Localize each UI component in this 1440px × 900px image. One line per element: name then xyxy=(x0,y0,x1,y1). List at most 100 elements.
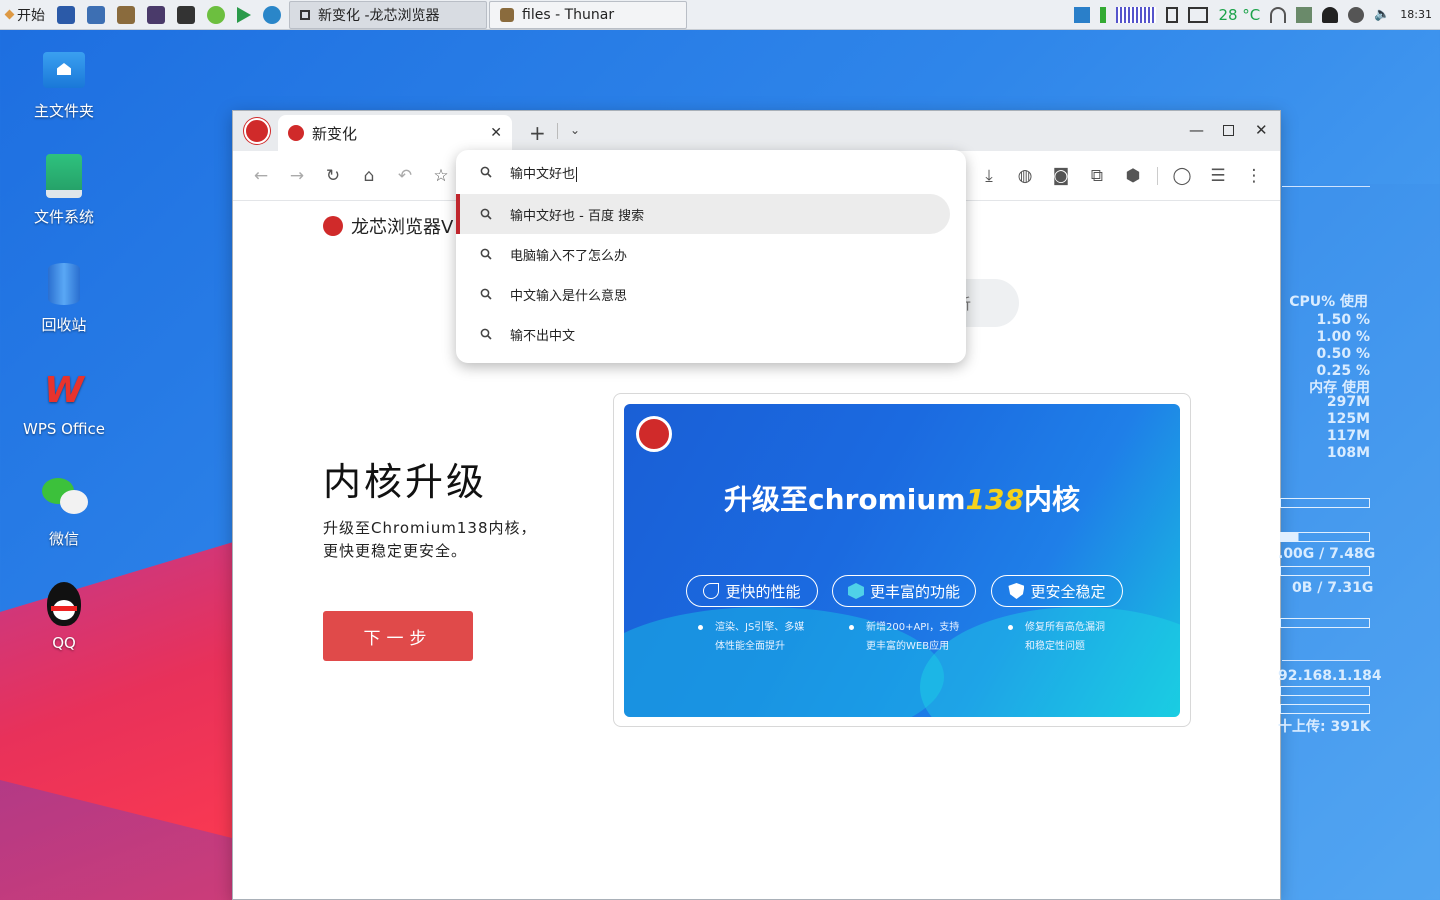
suggestion-item[interactable]: 中文输入是什么意思 xyxy=(456,274,966,314)
search-icon xyxy=(480,248,492,260)
address-bar-input[interactable]: 输中文好也 xyxy=(456,150,966,194)
cube-icon xyxy=(847,583,864,599)
keyboard-icon[interactable] xyxy=(1188,6,1209,23)
cpu-value: 1.50 % xyxy=(1316,312,1370,328)
suggestion-text: 电脑输入不了怎么办 xyxy=(510,248,628,264)
network-bar xyxy=(1280,686,1370,696)
profile-icon[interactable]: ◯ xyxy=(1164,158,1200,194)
screenshot-icon[interactable] xyxy=(87,5,105,24)
memory-value: 125M xyxy=(1326,411,1370,427)
system-monitor-panel: CPU% 使用 1.50 % 1.00 % 0.50 % 0.25 % 内存 使… xyxy=(1278,184,1440,900)
memory-value: 297M xyxy=(1326,394,1370,410)
paint-icon[interactable] xyxy=(117,5,135,24)
browser-logo-icon[interactable] xyxy=(244,118,270,144)
power-icon[interactable] xyxy=(1296,6,1313,23)
ai-assistant-icon[interactable]: ⬢ xyxy=(1115,158,1151,194)
suggestion-text: 输中文好也 - 百度 搜索 xyxy=(510,208,645,224)
banner-title: 升级至chromium138内核 xyxy=(624,478,1180,518)
tab-strip: 新变化 ✕ + ⌄ — ✕ xyxy=(233,111,1280,151)
wps-icon: W xyxy=(44,369,84,411)
monitor-icon[interactable] xyxy=(147,5,165,24)
window-close-icon[interactable]: ✕ xyxy=(1255,121,1268,139)
desktop-icon-label: 回收站 xyxy=(41,316,87,334)
desktop-icon-trash[interactable]: 回收站 xyxy=(14,262,114,335)
cpu-graph-icon[interactable] xyxy=(1116,6,1157,23)
more-menu-icon[interactable]: ⋮ xyxy=(1236,158,1272,194)
back-icon[interactable]: ← xyxy=(243,158,279,194)
wifi-icon[interactable] xyxy=(1270,6,1287,23)
omnibox-dropdown: 输中文好也 输中文好也 - 百度 搜索 电脑输入不了怎么办 中文输入是什么意思 … xyxy=(456,150,966,363)
network-manager-icon[interactable] xyxy=(1074,6,1091,23)
search-icon xyxy=(480,288,492,300)
start-menu-button[interactable]: 开始 xyxy=(0,0,51,30)
feature-desc-line: 渲染、JS引擎、多媒 xyxy=(715,622,805,633)
globe-icon[interactable]: ◍ xyxy=(1007,158,1043,194)
tabstrip-divider xyxy=(557,123,558,139)
page-description: 升级至Chromium138内核， 更快更稳定更安全。 xyxy=(323,517,537,563)
toolbar-extensions: ⤓ ◍ ◙ ⧉ ⬢ ◯ ☰ ⋮ xyxy=(971,158,1272,194)
desktop-icon-filesystem[interactable]: 文件系统 xyxy=(14,154,114,227)
volume-icon[interactable]: 🔈 xyxy=(1374,7,1390,23)
notification-bell-icon[interactable] xyxy=(1322,6,1339,23)
banner-title-number: 138 xyxy=(965,483,1024,516)
cpu-bar xyxy=(1280,498,1370,508)
search-icon xyxy=(480,208,492,220)
suggestion-item[interactable]: 输不出中文 xyxy=(456,314,966,354)
cpu-value: 1.00 % xyxy=(1316,329,1370,345)
task-thunar[interactable]: files - Thunar xyxy=(489,0,687,29)
clipboard-icon[interactable] xyxy=(1166,6,1179,23)
tab-new-changes[interactable]: 新变化 ✕ xyxy=(278,115,512,151)
feature-label: 更安全稳定 xyxy=(1030,582,1106,601)
download-icon[interactable]: ⤓ xyxy=(971,158,1007,194)
desktop-icon-wps[interactable]: W WPS Office xyxy=(14,368,114,439)
minimize-icon[interactable]: — xyxy=(1189,121,1204,139)
battery-icon[interactable] xyxy=(1100,6,1107,23)
night-mode-icon[interactable] xyxy=(1348,6,1365,23)
system-tray: 28 °C 🔈 18:31 xyxy=(1074,0,1440,30)
reload-icon[interactable]: ↻ xyxy=(315,158,351,194)
settings-sliders-icon[interactable]: ☰ xyxy=(1200,158,1236,194)
disk-bar xyxy=(1280,566,1370,576)
undo-icon[interactable]: ↶ xyxy=(387,158,423,194)
feature-security: 更安全稳定 xyxy=(991,575,1123,607)
camera-icon[interactable]: ◙ xyxy=(1043,158,1079,194)
extension-puzzle-icon[interactable]: ⧉ xyxy=(1079,158,1115,194)
shield-icon xyxy=(1008,583,1025,599)
display-icon[interactable] xyxy=(177,5,195,24)
browser-icon[interactable] xyxy=(263,5,281,24)
media-play-icon[interactable] xyxy=(237,6,251,23)
monitor-divider xyxy=(1282,660,1370,661)
clock[interactable]: 18:31 xyxy=(1400,8,1432,21)
brand-logo-icon xyxy=(323,216,343,236)
upload-rate: 十上传: 391K xyxy=(1278,719,1371,735)
disk-bar xyxy=(1280,618,1370,628)
start-icon xyxy=(4,9,15,20)
next-step-button[interactable]: 下一步 xyxy=(323,611,473,661)
banner-logo-icon xyxy=(636,416,672,452)
chrome-icon[interactable] xyxy=(207,5,225,24)
trash-icon xyxy=(42,262,86,306)
feature-security-desc: 修复所有高危漏洞 和稳定性问题 xyxy=(1008,618,1148,656)
feature-functionality: 更丰富的功能 xyxy=(832,575,976,607)
banner-title-prefix: 升级至chromium xyxy=(724,483,966,516)
maximize-icon[interactable] xyxy=(1223,125,1234,136)
bookmark-star-icon[interactable]: ☆ xyxy=(423,158,459,194)
desktop-icon-wechat[interactable]: 微信 xyxy=(14,476,114,549)
feature-label: 更丰富的功能 xyxy=(869,582,960,601)
suggestion-item[interactable]: 电脑输入不了怎么办 xyxy=(456,234,966,274)
terminal-icon[interactable] xyxy=(57,5,75,24)
upgrade-banner-frame: 升级至chromium138内核 更快的性能 更丰富的功能 更安全稳定 渲染、J… xyxy=(613,393,1191,727)
start-label: 开始 xyxy=(17,7,45,24)
task-label: files - Thunar xyxy=(522,6,615,23)
wechat-icon xyxy=(42,476,88,520)
tab-close-icon[interactable]: ✕ xyxy=(490,125,502,141)
desktop-icon-home[interactable]: 主文件夹 xyxy=(14,48,114,121)
task-browser[interactable]: 新变化 -龙芯浏览器 xyxy=(289,0,487,29)
suggestion-item[interactable]: 输中文好也 - 百度 搜索 xyxy=(456,194,950,234)
desktop-icon-qq[interactable]: QQ xyxy=(14,582,114,652)
home-icon[interactable]: ⌂ xyxy=(351,158,387,194)
forward-icon[interactable]: → xyxy=(279,158,315,194)
new-tab-icon[interactable]: + xyxy=(529,121,546,145)
brand-name: 龙芯浏览器V xyxy=(351,217,454,238)
tab-search-chevron-icon[interactable]: ⌄ xyxy=(570,123,580,137)
